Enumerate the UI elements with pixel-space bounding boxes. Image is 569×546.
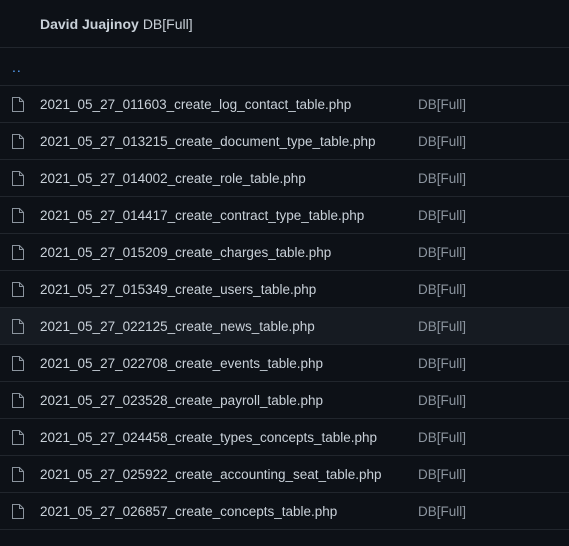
file-name-link[interactable]: 2021_05_27_026857_create_concepts_table.… [40,504,418,519]
file-commit-message[interactable]: DB[Full] [418,134,466,149]
file-row[interactable]: 2021_05_27_011603_create_log_contact_tab… [0,86,569,123]
file-row[interactable]: 2021_05_27_023528_create_payroll_table.p… [0,382,569,419]
file-commit-message[interactable]: DB[Full] [418,319,466,334]
file-list: 2021_05_27_011603_create_log_contact_tab… [0,86,569,530]
file-row[interactable]: 2021_05_27_013215_create_document_type_t… [0,123,569,160]
file-commit-message[interactable]: DB[Full] [418,467,466,482]
file-icon [10,281,26,297]
latest-commit-header: David Juajinoy DB[Full] [0,0,569,48]
file-row[interactable]: 2021_05_27_026857_create_concepts_table.… [0,493,569,530]
file-icon [10,96,26,112]
parent-directory-link[interactable]: .. [12,59,22,75]
file-browser-panel: David Juajinoy DB[Full] .. 2021_05_27_01… [0,0,569,546]
file-icon [10,170,26,186]
file-name-link[interactable]: 2021_05_27_013215_create_document_type_t… [40,134,418,149]
commit-author[interactable]: David Juajinoy [40,16,139,32]
file-name-link[interactable]: 2021_05_27_015349_create_users_table.php [40,282,418,297]
file-icon [10,392,26,408]
file-row[interactable]: 2021_05_27_015209_create_charges_table.p… [0,234,569,271]
file-commit-message[interactable]: DB[Full] [418,208,466,223]
file-name-link[interactable]: 2021_05_27_023528_create_payroll_table.p… [40,393,418,408]
file-row[interactable]: 2021_05_27_014002_create_role_table.php D… [0,160,569,197]
parent-directory-row[interactable]: .. [0,48,569,86]
file-icon [10,133,26,149]
file-row[interactable]: 2021_05_27_022708_create_events_table.ph… [0,345,569,382]
file-icon [10,207,26,223]
file-commit-message[interactable]: DB[Full] [418,171,466,186]
file-icon [10,318,26,334]
file-icon [10,244,26,260]
commit-message[interactable]: DB[Full] [143,16,193,32]
file-row[interactable]: 2021_05_27_022125_create_news_table.php D… [0,308,569,345]
file-name-link[interactable]: 2021_05_27_022125_create_news_table.php [40,319,418,334]
file-name-link[interactable]: 2021_05_27_011603_create_log_contact_tab… [40,97,418,112]
file-commit-message[interactable]: DB[Full] [418,430,466,445]
file-commit-message[interactable]: DB[Full] [418,504,466,519]
file-name-link[interactable]: 2021_05_27_025922_create_accounting_seat… [40,467,418,482]
file-row[interactable]: 2021_05_27_015349_create_users_table.php… [0,271,569,308]
file-icon [10,503,26,519]
file-name-link[interactable]: 2021_05_27_015209_create_charges_table.p… [40,245,418,260]
file-commit-message[interactable]: DB[Full] [418,245,466,260]
file-commit-message[interactable]: DB[Full] [418,356,466,371]
file-commit-message[interactable]: DB[Full] [418,282,466,297]
file-icon [10,429,26,445]
file-icon [10,355,26,371]
file-row[interactable]: 2021_05_27_025922_create_accounting_seat… [0,456,569,493]
file-commit-message[interactable]: DB[Full] [418,393,466,408]
file-name-link[interactable]: 2021_05_27_014417_create_contract_type_t… [40,208,418,223]
file-name-link[interactable]: 2021_05_27_022708_create_events_table.ph… [40,356,418,371]
file-row[interactable]: 2021_05_27_024458_create_types_concepts_… [0,419,569,456]
file-row[interactable]: 2021_05_27_014417_create_contract_type_t… [0,197,569,234]
file-name-link[interactable]: 2021_05_27_024458_create_types_concepts_… [40,430,418,445]
file-name-link[interactable]: 2021_05_27_014002_create_role_table.php [40,171,418,186]
file-commit-message[interactable]: DB[Full] [418,97,466,112]
file-icon [10,466,26,482]
